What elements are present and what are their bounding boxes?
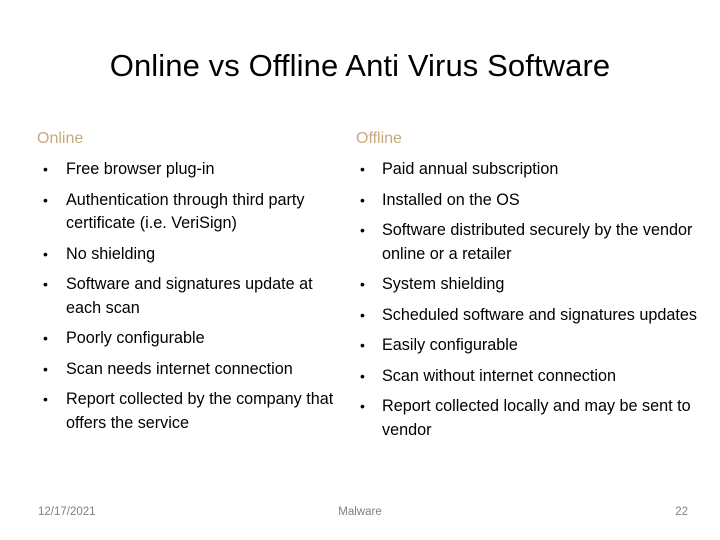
bullet-list-online: • Free browser plug-in • Authentication … (37, 158, 342, 435)
list-item: • System shielding (356, 273, 710, 297)
list-item: • Scan needs internet connection (37, 358, 342, 382)
list-item: • Poorly configurable (37, 327, 342, 351)
list-item: • Easily configurable (356, 334, 710, 358)
bullet-icon: • (43, 330, 48, 346)
bullet-icon: • (360, 161, 365, 177)
list-item: • Software distributed securely by the v… (356, 219, 710, 266)
bullet-icon: • (360, 367, 365, 384)
footer-title: Malware (338, 506, 382, 518)
column-heading-online: Online (37, 130, 84, 147)
bullet-icon: • (43, 245, 48, 262)
list-item-text: Scheduled software and signatures update… (382, 305, 697, 324)
list-item-text: Software distributed securely by the ven… (382, 221, 693, 263)
slide-canvas: Online vs Offline Anti Virus Software On… (0, 0, 720, 540)
bullet-icon: • (43, 161, 48, 177)
bullet-list-offline: • Paid annual subscription • Installed o… (356, 158, 710, 442)
list-item-text: Easily configurable (382, 336, 518, 354)
content-columns: Online • Free browser plug-in • Authenti… (0, 128, 720, 442)
bullet-icon: • (360, 306, 365, 323)
list-item-text: Free browser plug-in (66, 160, 215, 178)
slide-footer: 12/17/2021 Malware 22 (0, 504, 720, 520)
list-item: • Scheduled software and signatures upda… (356, 304, 710, 328)
list-item-text: Scan needs internet connection (66, 359, 293, 378)
column-online: Online • Free browser plug-in • Authenti… (0, 128, 348, 435)
list-item: • Report collected by the company that o… (37, 388, 342, 435)
list-item-text: Installed on the OS (382, 190, 520, 209)
list-item: • Paid annual subscription (356, 158, 710, 182)
bullet-icon: • (360, 222, 365, 238)
list-item: • Scan without internet connection (356, 365, 710, 389)
bullet-icon: • (360, 191, 365, 208)
list-item-text: Report collected by the company that off… (66, 390, 334, 432)
list-item-text: No shielding (66, 244, 156, 263)
list-item-text: Software and signatures update at each s… (66, 275, 313, 317)
list-item: • Installed on the OS (356, 189, 710, 213)
list-item: • Report collected locally and may be se… (356, 395, 710, 442)
list-item-text: System shielding (382, 275, 505, 293)
list-item-text: Scan without internet connection (382, 366, 616, 385)
list-item-text: Authentication through third party certi… (66, 190, 305, 233)
bullet-icon: • (43, 391, 48, 407)
bullet-icon: • (360, 337, 365, 353)
bullet-icon: • (43, 276, 48, 292)
list-item: • Free browser plug-in (37, 158, 342, 182)
list-item-text: Paid annual subscription (382, 160, 559, 178)
bullet-icon: • (43, 360, 48, 377)
bullet-icon: • (43, 191, 48, 208)
page-title: Online vs Offline Anti Virus Software (109, 48, 611, 83)
bullet-icon: • (360, 398, 365, 414)
list-item-text: Report collected locally and may be sent… (382, 397, 691, 439)
list-item: • No shielding (37, 243, 342, 267)
bullet-icon: • (360, 276, 365, 292)
list-item: • Authentication through third party cer… (37, 189, 342, 236)
column-heading-offline: Offline (356, 130, 402, 147)
column-offline: Offline • Paid annual subscription • Ins… (348, 128, 720, 442)
list-item: • Software and signatures update at each… (37, 273, 342, 320)
list-item-text: Poorly configurable (66, 329, 205, 347)
slide-number: 22 (675, 506, 688, 518)
